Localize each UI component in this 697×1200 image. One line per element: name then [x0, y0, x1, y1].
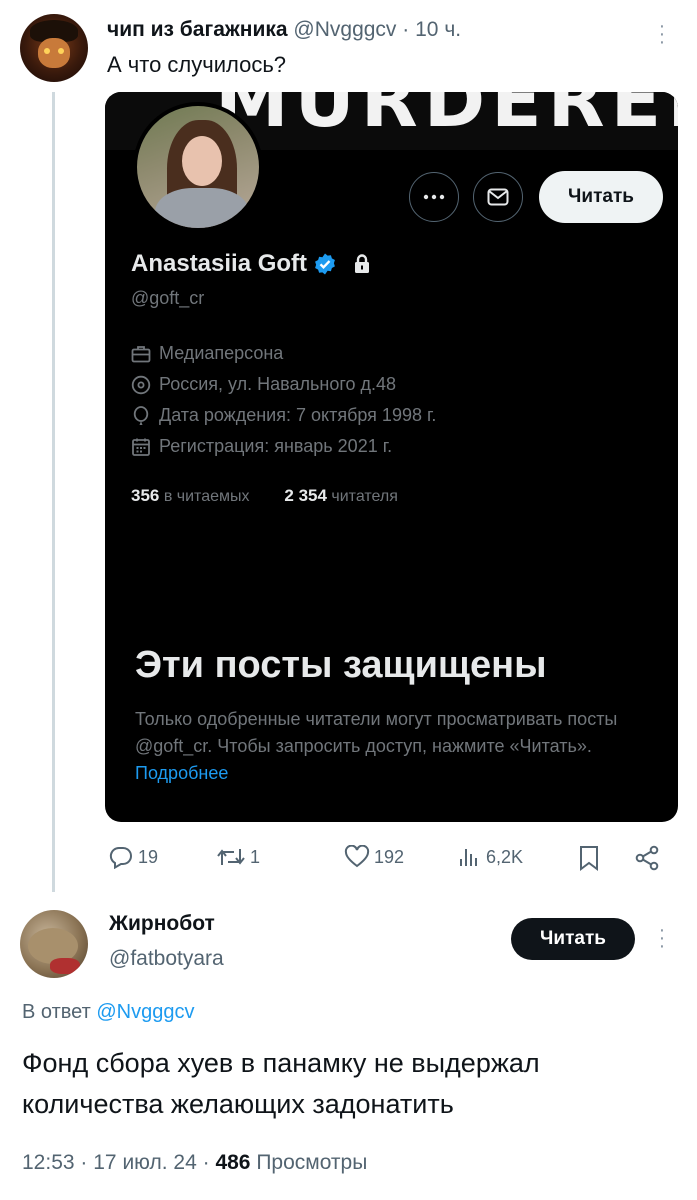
heart-icon: [344, 845, 370, 868]
reply-author-handle[interactable]: @fatbotyara: [109, 947, 224, 971]
reply-button[interactable]: 19: [108, 845, 158, 869]
message-icon: [473, 172, 523, 222]
profile-joined: Регистрация: январь 2021 г.: [131, 436, 392, 457]
author-avatar[interactable]: [20, 14, 88, 82]
reply-meta: 12:53 · 17 июл. 24 · 486 Просмотры: [22, 1151, 368, 1174]
followers-count: 2 354: [284, 486, 327, 505]
reply-text: Фонд сбора хуев в панамку не выдержал ко…: [22, 1048, 540, 1119]
location-pin-icon: [131, 375, 151, 394]
embedded-profile-screenshot[interactable]: MURDERED Читать Anastasiia Goft @goft_cr…: [105, 92, 678, 822]
reply-author-avatar[interactable]: [20, 910, 88, 978]
reply-to-mention[interactable]: @Nvgggcv: [96, 1001, 194, 1023]
reply-views-count: 486: [215, 1151, 251, 1174]
protected-title: Эти посты защищены: [135, 644, 547, 686]
bookmark-button[interactable]: [578, 845, 600, 871]
learn-more-link: Подробнее: [135, 763, 229, 783]
profile-handle: @goft_cr: [131, 288, 205, 308]
tweet-text: А что случилось?: [107, 52, 287, 77]
profile-name-row: Anastasiia Goft: [131, 250, 373, 278]
profile-name: Anastasiia Goft: [131, 250, 308, 277]
briefcase-icon: [131, 345, 151, 362]
share-button[interactable]: [634, 845, 660, 871]
like-button[interactable]: 192: [344, 845, 404, 869]
retweet-button[interactable]: 1: [216, 845, 260, 869]
calendar-icon: [132, 438, 150, 456]
thread-connector-line: [52, 92, 55, 892]
profile-location: Россия, ул. Навального д.48: [131, 374, 396, 395]
verified-badge-icon: [315, 253, 335, 275]
reply-time[interactable]: 12:53: [22, 1151, 75, 1174]
share-icon: [635, 845, 659, 871]
tweet-header: чип из багажника @Nvgggcv · 10 ч.: [107, 18, 462, 41]
bookmark-icon: [580, 846, 598, 871]
banner-text: MURDERED: [215, 92, 678, 144]
author-name[interactable]: чип из багажника: [107, 18, 288, 41]
reply-author-name[interactable]: Жирнобот: [109, 912, 215, 936]
author-handle[interactable]: @Nvgggcv: [293, 18, 396, 41]
profile-avatar: [133, 102, 263, 232]
reply-views-label: Просмотры: [256, 1151, 368, 1174]
tweet-time[interactable]: 10 ч.: [415, 18, 461, 41]
follow-button[interactable]: Читать: [511, 918, 635, 960]
reply-to-line: В ответ @Nvgggcv: [22, 1001, 195, 1023]
reply-icon: [109, 846, 132, 869]
profile-stats: 356 в читаемых 2 354 читателя: [131, 486, 398, 505]
protected-description: Только одобренные читатели могут просмат…: [135, 709, 618, 783]
profile-follow-button: Читать: [539, 171, 663, 223]
bar-chart-icon: [460, 849, 477, 866]
reply-more-options-icon[interactable]: · · ·: [657, 920, 667, 956]
profile-category: Медиаперсона: [131, 343, 283, 364]
more-options-icon[interactable]: · · ·: [657, 16, 667, 52]
retweet-icon: [217, 849, 245, 865]
more-icon: [409, 172, 459, 222]
following-count: 356: [131, 486, 160, 505]
views-button[interactable]: 6,2K: [458, 845, 523, 869]
reply-date[interactable]: 17 июл. 24: [93, 1151, 197, 1174]
profile-birthday: Дата рождения: 7 октября 1998 г.: [131, 405, 436, 426]
tweet-action-bar: 19 1 192 6,2K: [108, 845, 668, 875]
balloon-icon: [133, 405, 149, 425]
lock-icon: [355, 254, 370, 273]
